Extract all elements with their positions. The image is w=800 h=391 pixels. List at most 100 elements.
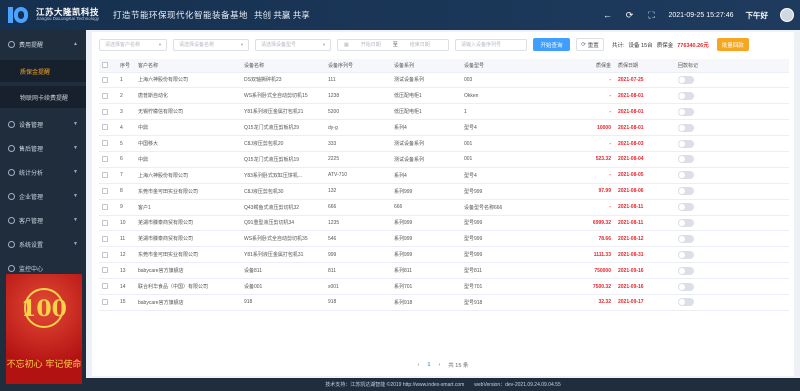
deposit-amount: 7500.32 [555, 278, 615, 295]
row-checkbox[interactable] [102, 124, 108, 131]
table-row[interactable]: 1 上海六神股份有限公司 DS双轴撕碎机23 111 测试设备系列 003-2021-07… [99, 72, 789, 89]
device-serial: 999 [325, 246, 391, 264]
table-row[interactable]: 4 中鼎 Q15龙门式液压剪板机29 dy-g 系列4 型号4 10000 2021-08-0… [99, 119, 789, 137]
row-checkbox[interactable] [102, 172, 108, 179]
customer-select[interactable]: 请选择客户名称 ▼ [99, 38, 167, 51]
table-row[interactable]: 3 无锡柠檬信有限公司 Y81系列液压金属打包机21 5200 低压配电柜1 1-2021… [99, 103, 789, 121]
sidebar-item-label: 售后管理 [19, 146, 44, 153]
prev-page-button[interactable]: ‹ [418, 362, 420, 368]
page-number[interactable]: 1 [427, 362, 430, 368]
sidebar-item-deposit-reminder[interactable]: 质保金提醒 [0, 60, 86, 82]
row-checkbox[interactable] [102, 188, 108, 195]
sidebar-item-settings[interactable]: 系统设置 ▼ [0, 232, 86, 256]
device-name: Y83系列卧式双缸压饼机... [241, 167, 325, 184]
payback-toggle[interactable] [678, 266, 694, 275]
table-row[interactable]: 9 客户1 Q43鳄鱼式液压剪切机32 666 666 设备型号名称666-2021-08… [99, 199, 789, 216]
table-row[interactable]: 11 芜湖市滕泰商贸有限公司 WS系列卧式全自动剪切机35 546 系列999 型号999… [99, 230, 789, 248]
date-range-picker[interactable]: ▦ 开始日期 至 结束日期 [337, 38, 449, 51]
row-index: 11 [117, 230, 135, 248]
device-name-select[interactable]: 请选择设备名称 ▼ [173, 38, 249, 51]
row-checkbox[interactable] [102, 235, 108, 242]
table-row[interactable]: 10 芜湖市滕泰商贸有限公司 Q91重型液压剪切机34 1235 系列999 型号999 6… [99, 215, 789, 232]
payback-toggle[interactable] [678, 139, 694, 148]
start-date[interactable]: 开始日期 [355, 41, 387, 48]
row-checkbox[interactable] [102, 92, 108, 99]
row-checkbox[interactable] [102, 156, 108, 163]
table-cell [675, 72, 789, 89]
table-row[interactable]: 2 唐普斯自动化 WS系列卧式全自动剪切机15 1238 低压配电柜1 Okken -202… [99, 87, 789, 105]
row-checkbox[interactable] [102, 140, 108, 147]
sidebar-item-iot-card-reminder[interactable]: 物联网卡续费提醒 [0, 86, 86, 108]
sidebar-item-customers[interactable]: 客户管理 ▼ [0, 208, 86, 232]
row-checkbox[interactable] [102, 267, 108, 274]
sidebar-item-statistics[interactable]: 统计分析 ▼ [0, 160, 86, 184]
sidebar-item-device-management[interactable]: 设备管理 ▼ [0, 112, 86, 136]
sidebar-item-enterprise[interactable]: 企业管理 ▼ [0, 184, 86, 208]
fullscreen-icon[interactable]: ⛶ [647, 10, 657, 20]
device-model: 型号999 [461, 183, 555, 200]
search-button[interactable]: 开始查询 [533, 38, 570, 51]
device-series: 系列999 [391, 230, 461, 248]
deposit-amount: - [555, 199, 615, 216]
payback-toggle[interactable] [678, 155, 694, 164]
payback-toggle[interactable] [678, 218, 694, 227]
reset-button[interactable]: ⟳ 重置 [576, 38, 604, 51]
row-checkbox[interactable] [102, 219, 108, 226]
company-logo [6, 4, 32, 26]
device-serial: 132 [325, 183, 391, 200]
sidebar-item-fee-reminder[interactable]: 费用提醒 ▲ [0, 32, 86, 56]
batch-payback-button[interactable]: 批量回款 [716, 38, 749, 51]
back-arrow-icon[interactable]: ← [603, 10, 613, 20]
row-checkbox[interactable] [102, 299, 108, 306]
row-checkbox[interactable] [102, 283, 108, 290]
table-row[interactable]: 7 上海六神股份有限公司 Y83系列卧式双缸压饼机... ATV-710 系列4 型号4-… [99, 167, 789, 184]
device-model-select[interactable]: 请选择设备型号 ▼ [255, 38, 331, 51]
device-serial: ATV-710 [325, 167, 391, 184]
device-model: 型号811 [461, 262, 555, 280]
row-checkbox[interactable] [102, 251, 108, 258]
select-all-checkbox[interactable] [102, 62, 108, 69]
table-row[interactable]: 6 中鼎 Q15龙门式液压剪板机19 2225 测试设备系列 001 523.32 2021-… [99, 151, 789, 168]
deposit-date: 2021-08-04 [615, 151, 675, 168]
next-page-button[interactable]: › [438, 362, 440, 368]
deposit-date: 2021-08-11 [615, 199, 675, 216]
payback-toggle[interactable] [678, 107, 694, 116]
payback-toggle[interactable] [678, 187, 694, 196]
table-row[interactable]: 8 东莞市金可田实业有限公司 C8J液压剪包机30 132 系列999 型号999 97.9… [99, 183, 789, 200]
table-row[interactable]: 15 babycare官方旗舰店 918 918 系列918 型号918 32.32 2021… [99, 294, 789, 311]
payback-toggle[interactable] [678, 250, 694, 259]
row-checkbox[interactable] [102, 108, 108, 115]
serial-input[interactable]: 请输入设备序列号 [455, 38, 527, 51]
col-header: 设备名称 [241, 59, 325, 73]
table-row[interactable]: 14 联合利华食品（中国）有限公司 设备001 x001 系列701 型号701 7500.… [99, 278, 789, 295]
row-checkbox[interactable] [102, 203, 108, 210]
device-model: 001 [461, 151, 555, 168]
device-model: 型号999 [461, 246, 555, 264]
table-row[interactable]: 12 东莞市金可田实业有限公司 Y81系列液压金属打包机31 999 系列999 型号99… [99, 246, 789, 264]
device-series: 系列999 [391, 246, 461, 264]
payback-toggle[interactable] [678, 234, 694, 243]
payback-toggle[interactable] [678, 91, 694, 100]
payback-toggle[interactable] [678, 123, 694, 132]
device-serial: 666 [325, 199, 391, 216]
payback-toggle[interactable] [678, 282, 694, 291]
row-checkbox[interactable] [102, 76, 108, 83]
deposit-amount: 97.99 [555, 183, 615, 200]
device-name: 设备811 [241, 262, 325, 280]
payback-toggle[interactable] [678, 203, 694, 212]
payback-toggle[interactable] [678, 75, 694, 84]
refresh-icon[interactable]: ⟳ [625, 10, 635, 20]
end-date[interactable]: 结束日期 [404, 41, 436, 48]
payback-toggle[interactable] [678, 171, 694, 180]
table-cell [675, 87, 789, 105]
poster-caption: 不忘初心 牢记使命 [6, 360, 82, 370]
table-row[interactable]: 5 中国移大 C8J液压剪包机20 333 测试设备系列 001-2021-08-03 [99, 135, 789, 152]
sidebar-item-after-sales[interactable]: 售后管理 ▼ [0, 136, 86, 160]
device-serial: 1235 [325, 215, 391, 232]
deposit-date: 2021-08-12 [615, 230, 675, 248]
device-name: Q91重型液压剪切机34 [241, 215, 325, 232]
payback-toggle[interactable] [678, 298, 694, 307]
table-row[interactable]: 13 babycare官方旗舰店 设备811 811 系列811 型号811 750000 2… [99, 262, 789, 280]
deposit-amount: 750000 [555, 262, 615, 280]
avatar[interactable] [780, 8, 794, 22]
